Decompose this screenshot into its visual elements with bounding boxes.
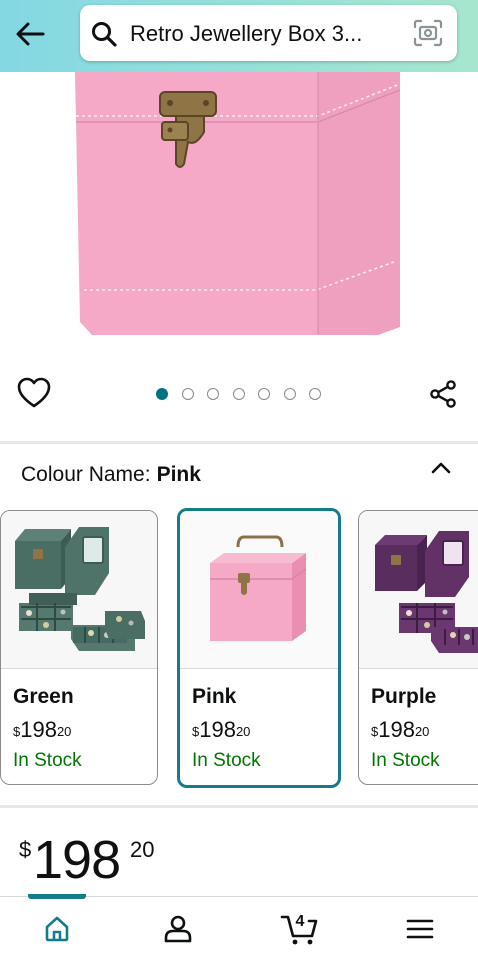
variant-price-fraction: 20: [56, 724, 72, 739]
header-bar: Retro Jewellery Box 3...: [0, 0, 478, 72]
variant-image-pink: [180, 511, 338, 669]
colour-selected-value: Pink: [156, 463, 201, 486]
variant-stock-status: In Stock: [371, 750, 440, 771]
search-bar[interactable]: Retro Jewellery Box 3...: [80, 5, 457, 61]
price-whole: 198: [33, 830, 121, 890]
variant-name: Pink: [192, 685, 237, 708]
bottom-navigation-bar: 4: [0, 894, 478, 960]
pink-jewellery-box-image: [210, 535, 307, 641]
variant-price-fraction: 20: [414, 724, 430, 739]
section-divider: [0, 441, 478, 444]
chevron-up-icon: [431, 462, 451, 474]
pagination-dot[interactable]: [258, 388, 270, 400]
share-button[interactable]: [428, 379, 458, 409]
product-page: Retro Jewellery Box 3... Colour Name: Pi…: [0, 0, 478, 960]
variant-price: $19820: [13, 717, 71, 743]
product-image-pink-box: [75, 72, 401, 335]
variant-card-pink[interactable]: Pink $19820 In Stock: [177, 508, 341, 788]
colour-name-label: Colour Name: Pink: [21, 463, 201, 487]
heart-icon: [17, 377, 51, 408]
collapse-variations-button[interactable]: [425, 455, 457, 483]
pagination-dot-active[interactable]: [156, 388, 168, 400]
image-pagination-dots[interactable]: [156, 388, 321, 400]
share-icon: [430, 380, 456, 408]
pagination-dot[interactable]: [181, 388, 194, 400]
pagination-dot[interactable]: [207, 388, 219, 400]
menu-icon: [406, 919, 434, 939]
camera-search-icon[interactable]: [412, 18, 444, 48]
nav-account-button[interactable]: [158, 911, 198, 947]
home-icon: [45, 916, 69, 942]
variant-name: Green: [13, 685, 74, 708]
price-fraction: 20: [130, 837, 155, 862]
nav-cart-button[interactable]: 4: [278, 911, 322, 947]
price-currency: $: [19, 837, 32, 862]
variant-price-whole: 198: [199, 717, 236, 742]
pagination-dot[interactable]: [232, 388, 245, 400]
back-arrow-icon: [16, 22, 45, 46]
product-image-carousel[interactable]: [0, 72, 478, 362]
variant-image-green: [1, 511, 157, 669]
colour-label-text: Colour Name:: [21, 463, 151, 486]
variant-price-currency: $: [13, 724, 21, 739]
variant-price-whole: 198: [20, 717, 57, 742]
variant-card-green[interactable]: Green $19820 In Stock: [0, 510, 158, 785]
cart-count-badge: 4: [295, 913, 305, 930]
account-icon: [164, 915, 192, 943]
purple-jewellery-box-image: [375, 531, 478, 653]
pagination-dot[interactable]: [309, 388, 321, 400]
variant-name: Purple: [371, 685, 437, 708]
back-button[interactable]: [8, 12, 52, 56]
green-jewellery-box-image: [15, 527, 145, 651]
variant-stock-status: In Stock: [13, 750, 82, 771]
variant-price-whole: 198: [378, 717, 415, 742]
wishlist-button[interactable]: [16, 376, 52, 410]
variant-price-fraction: 20: [235, 724, 251, 739]
variant-price: $19820: [192, 717, 250, 743]
variant-image-purple: [359, 511, 478, 669]
active-tab-indicator: [28, 894, 86, 899]
variant-card-purple[interactable]: Purple $19820 In Stock: [358, 510, 478, 785]
variant-price-currency: $: [192, 724, 200, 739]
nav-home-button[interactable]: [37, 911, 77, 947]
section-divider: [0, 805, 478, 808]
search-query-text[interactable]: Retro Jewellery Box 3...: [130, 21, 430, 47]
variant-stock-status: In Stock: [192, 750, 261, 771]
variant-price-currency: $: [371, 724, 379, 739]
pagination-dot[interactable]: [283, 388, 296, 400]
nav-menu-button[interactable]: [400, 911, 440, 947]
variant-price: $19820: [371, 717, 429, 743]
search-icon: [92, 22, 117, 47]
